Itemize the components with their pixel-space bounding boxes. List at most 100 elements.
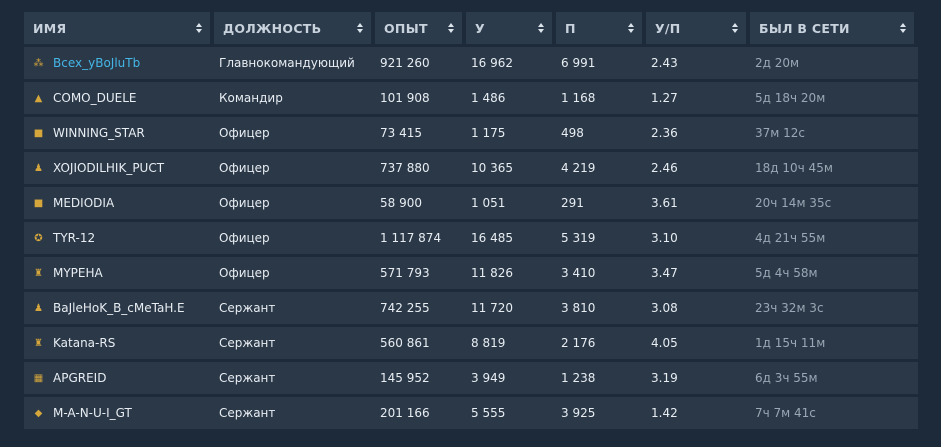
member-deaths: 3 410: [561, 266, 596, 280]
table-row[interactable]: ▦ APGREID Сержант 145 952 3 949 1 238 3.19 6д 3…: [24, 362, 918, 394]
sort-icon: [196, 23, 202, 33]
member-role: Сержант: [219, 336, 276, 350]
member-name[interactable]: APGREID: [53, 371, 106, 385]
rank-icon: ♜: [34, 267, 43, 279]
member-deaths: 1 238: [561, 371, 596, 385]
column-header-kills[interactable]: У: [466, 12, 552, 44]
column-header-deaths[interactable]: П: [556, 12, 642, 44]
member-name-cell: ♜ Katana-RS: [24, 327, 219, 359]
table-row[interactable]: ■ MEDIODIA Офицер 58 900 1 051 291 3.61 20ч 14м…: [24, 187, 918, 219]
member-last-seen: 20ч 14м 35с: [755, 196, 832, 210]
member-role: Сержант: [219, 301, 276, 315]
member-last-seen: 23ч 32м 3с: [755, 301, 824, 315]
member-name-cell: ✪ TYR-12: [24, 222, 219, 254]
member-exp: 73 415: [380, 126, 422, 140]
member-kills: 8 819: [471, 336, 506, 350]
member-kills: 1 175: [471, 126, 506, 140]
table-row[interactable]: ✪ TYR-12 Офицер 1 117 874 16 485 5 319 3.10 4д …: [24, 222, 918, 254]
rank-icon: ▦: [33, 372, 44, 384]
member-exp: 201 166: [380, 406, 430, 420]
table-row[interactable]: ♜ MYPEHA Офицер 571 793 11 826 3 410 3.47 5д 4ч…: [24, 257, 918, 289]
member-name-cell: ■ MEDIODIA: [24, 187, 219, 219]
member-name-cell: ▲ COMO_DUELE: [24, 82, 219, 114]
table-row[interactable]: ◆ M-A-N-U-I_GT Сержант 201 166 5 555 3 925 1.4…: [24, 397, 918, 429]
member-name-cell: ♜ MYPEHA: [24, 257, 219, 289]
sort-icon: [538, 23, 544, 33]
member-name-cell: ♟ XOJIODILHIK_PUCT: [24, 152, 219, 184]
member-exp: 560 861: [380, 336, 430, 350]
member-kills: 16 962: [471, 56, 513, 70]
rank-icon: ▲: [34, 92, 43, 104]
sort-icon: [732, 23, 738, 33]
column-header-kd[interactable]: У/П: [646, 12, 746, 44]
member-kd: 4.05: [651, 336, 678, 350]
member-name-cell: ⁂ Bcex_yBoJluTb: [24, 47, 219, 79]
sort-icon: [628, 23, 634, 33]
member-last-seen: 4д 21ч 55м: [755, 231, 826, 245]
member-exp: 145 952: [380, 371, 430, 385]
member-exp: 58 900: [380, 196, 422, 210]
table-row[interactable]: ♟ BaJleHoK_B_cMeTaH.E Сержант 742 255 11 720…: [24, 292, 918, 324]
rank-icon: ⁂: [33, 57, 44, 69]
column-header-last-seen[interactable]: БЫЛ В СЕТИ: [750, 12, 914, 44]
member-exp: 1 117 874: [380, 231, 442, 245]
member-exp: 737 880: [380, 161, 430, 175]
member-kd: 1.27: [651, 91, 678, 105]
member-kd: 2.43: [651, 56, 678, 70]
member-name-cell: ◆ M-A-N-U-I_GT: [24, 397, 219, 429]
table-row[interactable]: ♟ XOJIODILHIK_PUCT Офицер 737 880 10 365 4 21…: [24, 152, 918, 184]
member-role: Офицер: [219, 231, 270, 245]
member-last-seen: 18д 10ч 45м: [755, 161, 833, 175]
member-last-seen: 7ч 7м 41с: [755, 406, 816, 420]
member-deaths: 3 925: [561, 406, 596, 420]
member-name-cell: ▦ APGREID: [24, 362, 219, 394]
member-role: Сержант: [219, 371, 276, 385]
table-row[interactable]: ⁂ Bcex_yBoJluTb Главнокомандующий 921 260 16…: [24, 47, 918, 79]
member-kills: 10 365: [471, 161, 513, 175]
member-kills: 3 949: [471, 371, 506, 385]
member-name-cell: ■ WINNING_STAR: [24, 117, 219, 149]
member-deaths: 6 991: [561, 56, 596, 70]
member-name[interactable]: Bcex_yBoJluTb: [53, 56, 140, 70]
member-kills: 11 826: [471, 266, 513, 280]
table-header: ИМЯ ДОЛЖНОСТЬ ОПЫТ У П У/П БЫЛ В СЕТИ: [24, 12, 918, 44]
member-exp: 101 908: [380, 91, 430, 105]
member-last-seen: 5д 18ч 20м: [755, 91, 826, 105]
rank-icon: ■: [33, 127, 44, 139]
member-deaths: 3 810: [561, 301, 596, 315]
member-last-seen: 1д 15ч 11м: [755, 336, 826, 350]
member-kills: 16 485: [471, 231, 513, 245]
member-kd: 3.61: [651, 196, 678, 210]
column-header-role[interactable]: ДОЛЖНОСТЬ: [214, 12, 371, 44]
member-name[interactable]: COMO_DUELE: [53, 91, 137, 105]
member-name[interactable]: MYPEHA: [53, 266, 103, 280]
table-row[interactable]: ■ WINNING_STAR Офицер 73 415 1 175 498 2.36 37м…: [24, 117, 918, 149]
table-row[interactable]: ♜ Katana-RS Сержант 560 861 8 819 2 176 4.05 1д…: [24, 327, 918, 359]
column-header-exp[interactable]: ОПЫТ: [375, 12, 462, 44]
member-name[interactable]: M-A-N-U-I_GT: [53, 406, 132, 420]
member-exp: 742 255: [380, 301, 430, 315]
member-deaths: 4 219: [561, 161, 596, 175]
member-exp: 921 260: [380, 56, 430, 70]
table-body: ⁂ Bcex_yBoJluTb Главнокомандующий 921 260 16…: [24, 47, 918, 429]
sort-icon: [357, 23, 363, 33]
rank-icon: ♟: [34, 162, 43, 174]
member-deaths: 5 319: [561, 231, 596, 245]
member-name[interactable]: TYR-12: [53, 231, 95, 245]
member-name[interactable]: XOJIODILHIK_PUCT: [53, 161, 164, 175]
member-name[interactable]: Katana-RS: [53, 336, 115, 350]
member-deaths: 498: [561, 126, 584, 140]
member-last-seen: 6д 3ч 55м: [755, 371, 818, 385]
member-name[interactable]: WINNING_STAR: [53, 126, 145, 140]
member-role: Сержант: [219, 406, 276, 420]
table-row[interactable]: ▲ COMO_DUELE Командир 101 908 1 486 1 168 1.27…: [24, 82, 918, 114]
member-role: Главнокомандующий: [219, 56, 355, 70]
member-name[interactable]: MEDIODIA: [53, 196, 114, 210]
member-name[interactable]: BaJleHoK_B_cMeTaH.E: [53, 301, 185, 315]
sort-icon: [448, 23, 454, 33]
rank-icon: ◆: [34, 407, 43, 419]
member-kd: 3.08: [651, 301, 678, 315]
member-kd: 3.47: [651, 266, 678, 280]
sort-icon: [900, 23, 906, 33]
column-header-name[interactable]: ИМЯ: [24, 12, 210, 44]
